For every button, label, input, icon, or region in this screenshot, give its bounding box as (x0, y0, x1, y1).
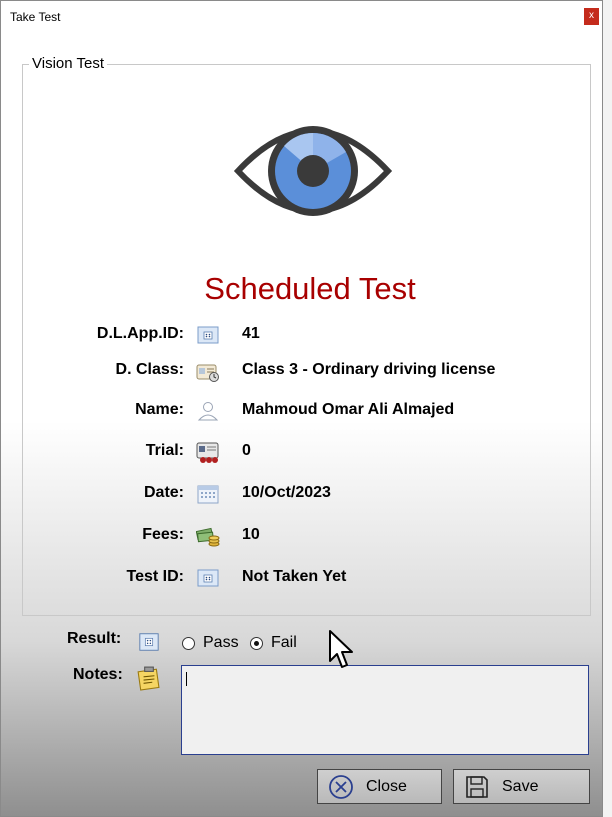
row-label: Test ID: (126, 568, 184, 585)
mouse-pointer-icon (329, 630, 353, 668)
pass-radio-circle[interactable] (182, 636, 195, 650)
row-trial: Trial: 0 (1, 438, 612, 464)
trial-icon (196, 442, 219, 463)
close-button-label: Close (366, 777, 407, 795)
row-fees: Fees: 10 (1, 522, 612, 548)
fail-radio[interactable]: Fail (250, 634, 297, 652)
row-label: Trial: (145, 442, 184, 459)
row-label: D.L.App.ID: (96, 325, 184, 342)
date-value: 10/Oct/2023 (242, 484, 331, 501)
notes-label: Notes: (73, 666, 123, 683)
groupbox-label: Vision Test (29, 55, 107, 72)
row-label: Fees: (142, 526, 184, 543)
row-license-class: D. Class: Class 3 - Ordinary driving lic… (1, 357, 612, 383)
save-button[interactable]: Save (453, 769, 590, 804)
id-card-icon (197, 569, 219, 587)
save-icon (466, 775, 488, 798)
save-button-label: Save (502, 777, 539, 795)
row-label: D. Class: (115, 361, 184, 378)
notepad-icon (137, 666, 160, 691)
close-button[interactable]: Close (317, 769, 442, 804)
row-label: Date: (143, 484, 184, 501)
take-test-dialog: Take Test x Vision Test Scheduled Test D… (0, 0, 603, 817)
close-circle-icon (329, 774, 353, 799)
money-icon (196, 527, 220, 547)
row-label: Name: (135, 401, 184, 418)
eye-icon (234, 126, 392, 216)
fees-value: 10 (242, 526, 260, 543)
fail-radio-circle[interactable] (250, 636, 263, 650)
row-app-id: D.L.App.ID: 41 (1, 321, 612, 347)
window-close-button[interactable]: x (584, 8, 599, 25)
page-title: Scheduled Test (204, 271, 416, 306)
license-class-value: Class 3 - Ordinary driving license (242, 361, 496, 378)
row-name: Name: Mahmoud Omar Ali Almajed (1, 397, 612, 423)
title-bar: Take Test x (1, 1, 602, 32)
row-test-id: Test ID: Not Taken Yet (1, 564, 612, 590)
app-id-value: 41 (242, 325, 260, 342)
pass-radio-label: Pass (203, 634, 239, 651)
test-id-value: Not Taken Yet (242, 568, 347, 585)
text-caret (186, 672, 187, 686)
id-card-icon (197, 326, 219, 344)
license-class-icon (196, 364, 219, 382)
notes-textarea[interactable] (181, 665, 589, 755)
fail-radio-label: Fail (271, 634, 297, 651)
row-date: Date: 10/Oct/2023 (1, 480, 612, 506)
id-card-icon (139, 633, 159, 651)
result-label: Result: (67, 630, 122, 647)
pass-radio[interactable]: Pass (182, 634, 239, 652)
window-title: Take Test (10, 10, 61, 24)
calendar-icon (197, 485, 219, 504)
person-icon (197, 402, 219, 421)
name-value: Mahmoud Omar Ali Almajed (242, 401, 455, 418)
trial-value: 0 (242, 442, 251, 459)
